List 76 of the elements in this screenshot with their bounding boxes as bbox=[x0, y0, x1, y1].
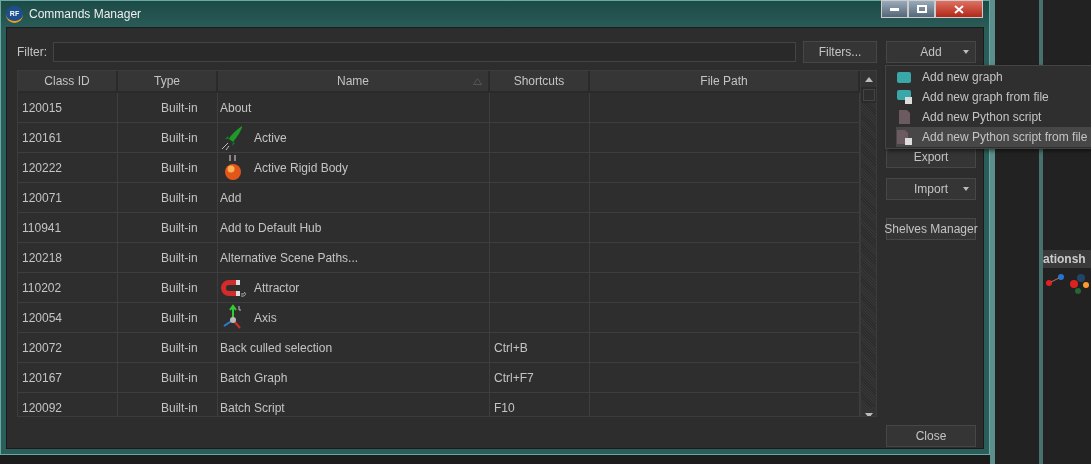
link-icon bbox=[1045, 274, 1065, 286]
panel-title: ationsh bbox=[1043, 250, 1091, 268]
table-cell: Alternative Scene Paths... bbox=[218, 243, 490, 273]
command-name: Axis bbox=[254, 310, 277, 325]
maximize-icon bbox=[916, 5, 927, 13]
script-file-icon bbox=[896, 129, 912, 145]
table-cell: 120092 bbox=[18, 393, 118, 416]
window-title: Commands Manager bbox=[29, 7, 142, 21]
table-cell: 120222 bbox=[18, 153, 118, 183]
command-name: Attractor bbox=[254, 280, 300, 295]
up-arrow-icon bbox=[865, 76, 873, 82]
table-cell: 120167 bbox=[18, 363, 118, 393]
column-header[interactable]: Shortcuts bbox=[490, 71, 590, 93]
filter-label: Filter: bbox=[17, 45, 47, 59]
table-cell: 120015 bbox=[18, 93, 118, 123]
script-icon bbox=[898, 110, 910, 124]
table-cell: Batch Graph bbox=[218, 363, 490, 393]
table-cell: Built-in bbox=[118, 273, 218, 303]
maximize-button[interactable] bbox=[908, 0, 935, 18]
table-cell: 120161 bbox=[18, 123, 118, 153]
dropdown-button[interactable]: Import bbox=[886, 178, 976, 200]
caret-icon bbox=[963, 187, 969, 191]
filters-button[interactable]: Filters... bbox=[803, 41, 877, 63]
table-cell: Built-in bbox=[118, 93, 218, 123]
table-cell: Batch Script bbox=[218, 393, 490, 416]
table-cell: Built-in bbox=[118, 183, 218, 213]
column-header[interactable]: Name bbox=[218, 71, 490, 93]
menu-item[interactable]: Add new Python script bbox=[886, 107, 1091, 127]
minimize-icon bbox=[890, 7, 899, 11]
table-cell: 120071 bbox=[18, 183, 118, 213]
column-header[interactable]: Type bbox=[118, 71, 218, 93]
menu-item[interactable]: Add new graph from file bbox=[886, 87, 1091, 107]
add-button[interactable]: Add bbox=[886, 41, 976, 63]
graph-icon bbox=[897, 71, 911, 83]
table-cell: 120218 bbox=[18, 243, 118, 273]
close-icon bbox=[954, 4, 964, 14]
minimize-button[interactable] bbox=[881, 0, 908, 18]
command-name: Active bbox=[254, 130, 287, 145]
table-cell: Built-in bbox=[118, 303, 218, 333]
table-cell: Add bbox=[218, 183, 490, 213]
table-cell: Back culled selection bbox=[218, 333, 490, 363]
rocket-icon bbox=[221, 124, 245, 151]
column-header[interactable]: Class ID bbox=[18, 71, 118, 93]
down-arrow-icon bbox=[865, 412, 873, 416]
close-button[interactable]: Close bbox=[886, 425, 976, 447]
graph-file-icon bbox=[896, 90, 912, 104]
magnet-icon bbox=[220, 277, 246, 298]
table-cell: Ctrl+B bbox=[490, 333, 590, 363]
scrollbar[interactable] bbox=[860, 71, 876, 416]
sort-icon bbox=[473, 78, 482, 85]
command-name: Active Rigid Body bbox=[254, 160, 349, 175]
table-cell: 110941 bbox=[18, 213, 118, 243]
scroll-thumb[interactable] bbox=[863, 89, 875, 101]
table-cell: Built-in bbox=[118, 123, 218, 153]
table-cell: Built-in bbox=[118, 333, 218, 363]
nodes-icon bbox=[1069, 274, 1089, 294]
table-cell: About bbox=[218, 93, 490, 123]
side-button[interactable]: Shelves Manager bbox=[886, 218, 976, 240]
caret-icon bbox=[963, 50, 969, 54]
table-cell: 110202 bbox=[18, 273, 118, 303]
table-cell: Built-in bbox=[118, 393, 218, 416]
column-header[interactable]: File Path bbox=[590, 71, 860, 93]
table-cell: 120072 bbox=[18, 333, 118, 363]
table-cell: Built-in bbox=[118, 363, 218, 393]
table-cell: Built-in bbox=[118, 153, 218, 183]
table-cell: Built-in bbox=[118, 243, 218, 273]
table-cell: F10 bbox=[490, 393, 590, 416]
filter-field[interactable] bbox=[53, 42, 796, 62]
ball-icon bbox=[222, 153, 244, 182]
menu-item[interactable]: Add new graph bbox=[886, 67, 1091, 87]
menu-item[interactable]: Add new Python script from file bbox=[886, 127, 1091, 147]
table-cell: 120054 bbox=[18, 303, 118, 333]
table-cell: Add to Default Hub bbox=[218, 213, 490, 243]
table-cell: Built-in bbox=[118, 213, 218, 243]
close-window-button[interactable] bbox=[935, 0, 983, 18]
table-cell: Ctrl+F7 bbox=[490, 363, 590, 393]
